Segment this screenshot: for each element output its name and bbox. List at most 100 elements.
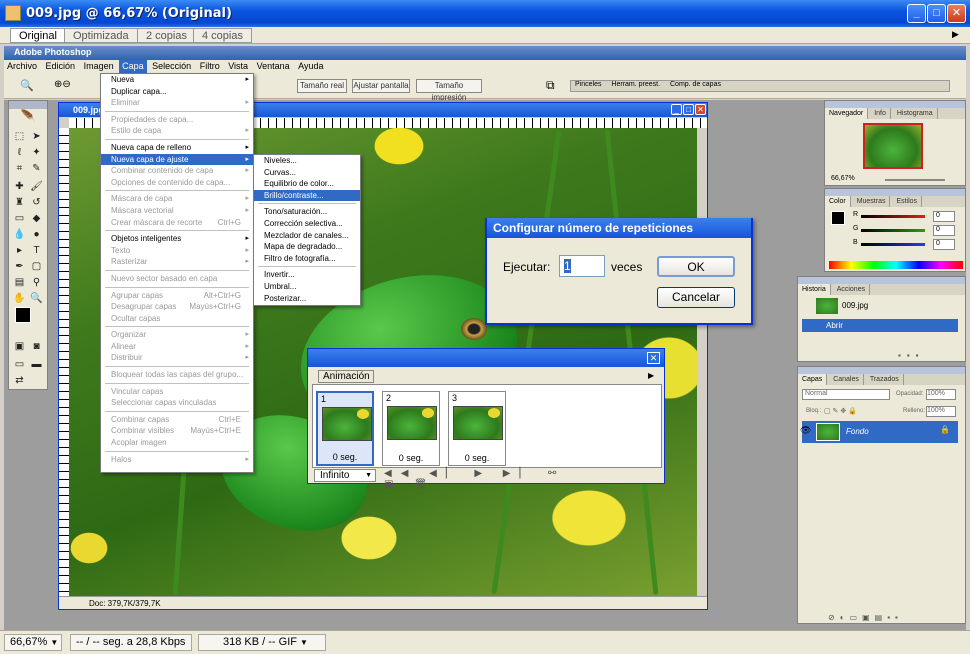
doc-minimize-button[interactable]: _ [671, 104, 682, 115]
menu-edicion[interactable]: Edición [43, 60, 79, 73]
type-tool-icon[interactable]: T [30, 245, 43, 257]
capa-menu-item[interactable]: Nueva ▸ [101, 74, 253, 86]
loop-select[interactable]: Infinito ▼ [314, 469, 376, 482]
tab-optimizada[interactable]: Optimizada [64, 28, 138, 43]
lasso-tool-icon[interactable]: ℓ [13, 147, 26, 159]
menu-capa[interactable]: Capa [119, 60, 147, 73]
fullscreen-mode-icon[interactable]: ▬ [30, 359, 43, 371]
tab-canales[interactable]: Canales [829, 374, 864, 385]
menu-ayuda[interactable]: Ayuda [295, 60, 326, 73]
notes-tool-icon[interactable]: ▤ [13, 277, 26, 289]
screen-mode-icon[interactable]: ▭ [13, 359, 26, 371]
capa-menu-item[interactable]: Bloquear todas las capas del grupo... [101, 369, 253, 381]
zoom-status[interactable]: 66,67% ▼ [4, 634, 62, 651]
close-button[interactable]: ✕ [947, 4, 966, 23]
blend-mode-select[interactable]: Normal [802, 389, 890, 400]
history-panel-buttons[interactable]: ▪▪▪ [898, 351, 925, 360]
cancel-button[interactable]: Cancelar [657, 287, 735, 308]
capa-menu-item[interactable]: Alinear ▸ [101, 341, 253, 353]
capa-menu-item[interactable]: Organizar ▸ [101, 329, 253, 341]
minimize-button[interactable]: _ [907, 4, 926, 23]
eye-icon[interactable]: 👁 [800, 425, 811, 436]
tab-capas[interactable]: Capas [798, 374, 828, 385]
capa-menu-item[interactable]: Combinar capas Ctrl+E [101, 414, 253, 426]
bucket-tool-icon[interactable]: ◆ [30, 213, 43, 225]
path-select-icon[interactable]: ▸ [13, 245, 26, 257]
history-snapshot[interactable]: 009.jpg [802, 297, 958, 315]
menu-filtro[interactable]: Filtro [197, 60, 223, 73]
well-tab-tool-presets[interactable]: Herram. preest. [607, 81, 664, 88]
fit-screen-button[interactable]: Ajustar pantalla [352, 79, 410, 93]
pen-tool-icon[interactable]: ✒ [13, 261, 26, 273]
tab-2-copias[interactable]: 2 copias [137, 28, 196, 43]
adjustment-submenu-item[interactable]: Curvas... [254, 167, 360, 179]
layers-panel-buttons[interactable]: ⊘◐▭▣▤▪▪ [828, 613, 903, 622]
capa-menu-item[interactable]: Agrupar capas Alt+Ctrl+G [101, 290, 253, 302]
lock-icons[interactable]: ▢ ✎ ✥ 🔒 [824, 407, 857, 415]
channel-r-slider[interactable] [861, 215, 925, 218]
marquee-tool-icon[interactable]: ⬚ [13, 131, 26, 143]
hand-tool-icon[interactable]: ✋ [13, 293, 26, 305]
color-ramp[interactable] [829, 261, 963, 269]
frame-delay[interactable]: 0 seg. [383, 453, 439, 463]
adjustment-submenu-item[interactable]: Tono/saturación... [254, 206, 360, 218]
playback-controls[interactable]: ◀◀ ◀▏ ▶ ▶▏ ⚯ ▣ 🗑 [384, 468, 584, 490]
shape-tool-icon[interactable]: ▢ [30, 261, 43, 273]
actual-size-button[interactable]: Tamaño real [297, 79, 347, 93]
adjustment-submenu-item[interactable]: Umbral... [254, 281, 360, 293]
adjustment-submenu-item[interactable]: Niveles... [254, 155, 360, 167]
frame-delay[interactable]: 0 seg. [318, 452, 372, 462]
capa-menu-item[interactable]: Máscara vectorial ▸ [101, 205, 253, 217]
print-size-button[interactable]: Tamaño impresión [416, 79, 482, 102]
zoom-tool-icon-2[interactable]: 🔍 [30, 293, 43, 305]
channel-g-value[interactable]: 0 [933, 225, 955, 236]
tab-historia[interactable]: Historia [798, 284, 831, 295]
foreground-color-swatch[interactable] [15, 307, 31, 323]
capa-menu-item[interactable]: Nueva capa de relleno ▸ [101, 142, 253, 154]
adjustment-submenu-item[interactable]: Posterizar... [254, 293, 360, 305]
capa-menu-item[interactable]: Opciones de contenido de capa... [101, 177, 253, 189]
animation-close-button[interactable]: ✕ [647, 352, 660, 364]
quick-mask-icon[interactable]: ◙ [30, 341, 43, 353]
slice-tool-icon[interactable]: ✎ [30, 163, 43, 175]
tab-original[interactable]: Original [10, 28, 66, 43]
tab-color[interactable]: Color [825, 196, 851, 207]
eyedropper-icon[interactable]: ⚲ [30, 277, 43, 289]
capa-menu-item[interactable]: Halos ▸ [101, 454, 253, 466]
capa-menu-item[interactable]: Distribuir ▸ [101, 352, 253, 364]
repeat-count-input[interactable]: 1 [559, 255, 605, 277]
tab-navegador[interactable]: Navegador [825, 108, 869, 119]
tabs-scroll-arrow-icon[interactable]: ▶ [952, 29, 959, 40]
opacity-field[interactable]: 100% [926, 389, 956, 400]
frame-2[interactable]: 2 0 seg. [382, 391, 440, 466]
adjustment-submenu-item[interactable]: Invertir... [254, 269, 360, 281]
capa-menu-item[interactable]: Desagrupar capas Mayús+Ctrl+G [101, 301, 253, 313]
layer-row-fondo[interactable]: 👁 Fondo 🔒 [800, 421, 958, 443]
color-fg-swatch[interactable] [831, 211, 845, 225]
adjustment-submenu-item[interactable]: Mapa de degradado... [254, 241, 360, 253]
magic-wand-icon[interactable]: ✦ [30, 147, 43, 159]
frame-1[interactable]: 1 0 seg. [316, 391, 374, 466]
blur-tool-icon[interactable]: 💧 [13, 229, 26, 241]
capa-menu-item[interactable]: Seleccionar capas vinculadas [101, 397, 253, 409]
brush-tool-icon[interactable]: 🖌 [30, 181, 43, 193]
capa-menu-item[interactable]: Máscara de capa ▸ [101, 193, 253, 205]
capa-menu-item[interactable]: Rasterizar ▸ [101, 256, 253, 268]
adjustment-submenu-item[interactable]: Filtro de fotografía... [254, 253, 360, 265]
capa-menu-item[interactable]: Acoplar imagen [101, 437, 253, 449]
capa-menu-item[interactable]: Estilo de capa ▸ [101, 125, 253, 137]
menu-seleccion[interactable]: Selección [149, 60, 194, 73]
well-tab-brushes[interactable]: Pinceles [571, 81, 605, 88]
menu-vista[interactable]: Vista [225, 60, 251, 73]
move-tool-icon[interactable]: ➤ [30, 131, 43, 143]
tab-estilos[interactable]: Estilos [892, 196, 923, 207]
channel-r-value[interactable]: 0 [933, 211, 955, 222]
adjustment-submenu-item[interactable]: Equilibrio de color... [254, 178, 360, 190]
animation-menu-arrow-icon[interactable]: ▶ [648, 371, 654, 380]
doc-maximize-button[interactable]: □ [683, 104, 694, 115]
frame-delay[interactable]: 0 seg. [449, 453, 505, 463]
tab-muestras[interactable]: Muestras [853, 196, 891, 207]
tab-acciones[interactable]: Acciones [833, 284, 871, 295]
ok-button[interactable]: OK [657, 256, 735, 277]
tab-info[interactable]: Info [870, 108, 891, 119]
